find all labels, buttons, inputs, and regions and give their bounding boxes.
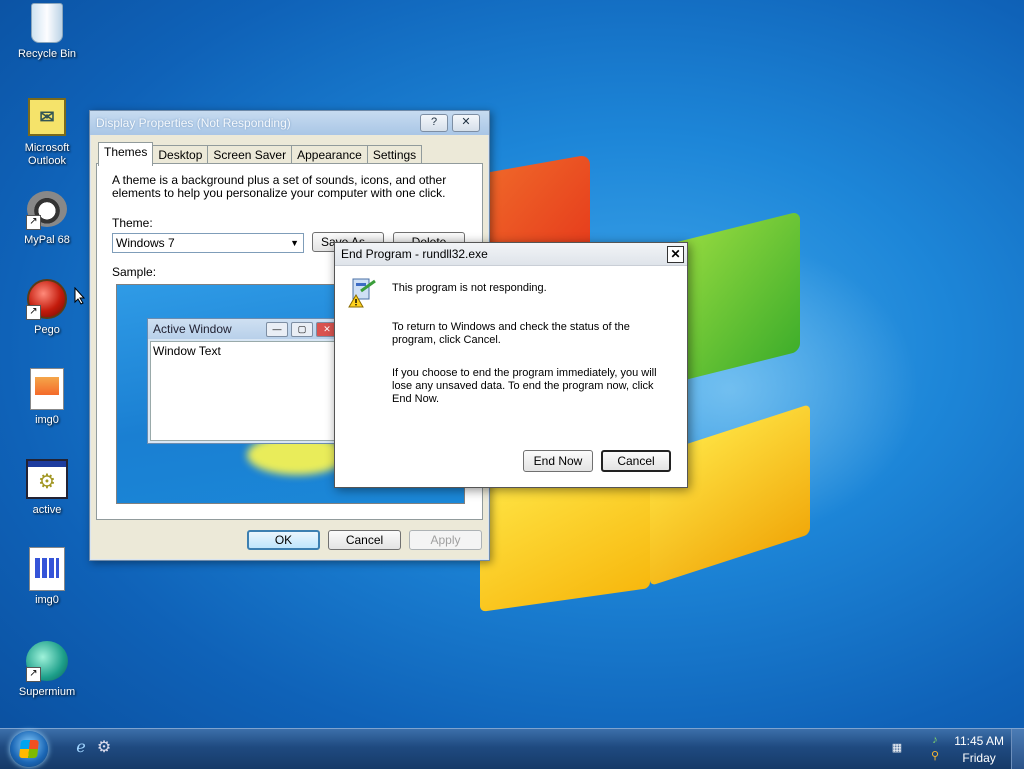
- close-button[interactable]: ✕: [452, 114, 480, 132]
- supermium-icon: ↗: [26, 640, 68, 682]
- network-icon[interactable]: ♪: [928, 733, 942, 747]
- desktop-icon-outlook[interactable]: ✉ Microsoft Outlook: [12, 96, 82, 168]
- image-file-icon: [26, 368, 68, 410]
- tab-screen-saver[interactable]: Screen Saver: [207, 145, 293, 165]
- desktop-icon-supermium[interactable]: ↗ Supermium: [12, 640, 82, 699]
- end-program-dialog: End Program - rundll32.exe ✕ This progra…: [334, 242, 688, 488]
- tab-desktop[interactable]: Desktop: [152, 145, 209, 165]
- desktop-icon-label: Supermium: [18, 686, 76, 698]
- theme-label: Theme:: [112, 216, 153, 230]
- theme-select[interactable]: Windows 7 ▼: [112, 233, 304, 253]
- pego-icon: ↗: [26, 278, 68, 320]
- close-button[interactable]: ✕: [667, 246, 684, 263]
- tab-settings[interactable]: Settings: [366, 145, 423, 165]
- desktop-icon-pego[interactable]: ↗ Pego: [12, 278, 82, 337]
- dialog-titlebar[interactable]: End Program - rundll32.exe: [335, 243, 687, 266]
- shortcut-arrow-icon: ↗: [26, 305, 41, 320]
- desktop-icon-mypal[interactable]: ↗ MyPal 68: [12, 188, 82, 247]
- program-warning-icon: [348, 278, 376, 308]
- end-now-warning: If you choose to end the program immedia…: [392, 367, 657, 405]
- theme-description: A theme is a background plus a set of so…: [112, 173, 447, 200]
- ok-button[interactable]: OK: [247, 530, 320, 550]
- clock-day: Friday: [962, 751, 996, 765]
- cancel-button[interactable]: Cancel: [328, 530, 401, 550]
- internet-explorer-icon[interactable]: ℯ: [72, 739, 90, 757]
- tab-appearance[interactable]: Appearance: [291, 145, 368, 165]
- show-desktop-button[interactable]: [1011, 729, 1024, 769]
- window-title: Display Properties (Not Responding): [96, 116, 291, 130]
- minimize-icon: —: [266, 322, 288, 337]
- keyboard-icon[interactable]: ▦: [890, 741, 904, 755]
- recycle-bin-icon: [26, 2, 68, 44]
- search-icon[interactable]: ⚲: [928, 749, 942, 763]
- outlook-icon: ✉: [26, 96, 68, 138]
- desktop-icon-img0[interactable]: img0: [12, 368, 82, 427]
- shortcut-arrow-icon: ↗: [26, 215, 41, 230]
- desktop-icon-label: Recycle Bin: [17, 48, 77, 60]
- help-button[interactable]: ?: [420, 114, 448, 132]
- cancel-instructions: To return to Windows and check the statu…: [392, 321, 630, 346]
- desktop-icon-label: img0: [35, 414, 59, 426]
- desktop-icon-img0-2[interactable]: img0: [12, 547, 82, 607]
- control-panel-icon[interactable]: ⚙: [95, 739, 113, 757]
- shortcut-arrow-icon: ↗: [26, 667, 41, 682]
- not-responding-message: This program is not responding.: [392, 282, 547, 294]
- sample-label: Sample:: [112, 265, 157, 279]
- clock[interactable]: 11:45 AM Friday: [954, 733, 1004, 767]
- windows-logo-icon: [19, 740, 39, 758]
- mouse-cursor-icon: [74, 287, 86, 305]
- image-file-icon: [26, 547, 68, 591]
- maximize-icon: ▢: [291, 322, 313, 337]
- desktop-icon-label: img0: [35, 594, 59, 606]
- apply-button[interactable]: Apply: [409, 530, 482, 550]
- desktop-icon-active[interactable]: ⚙ active: [12, 458, 82, 517]
- desktop-icon-label: active: [32, 504, 62, 516]
- clock-time: 11:45 AM: [954, 734, 1004, 748]
- taskbar: ℯ ⚙ ▦ ♪ ⚲ 11:45 AM Friday: [0, 728, 1024, 769]
- theme-select-value: Windows 7: [116, 236, 175, 250]
- desktop-icon-label: Pego: [34, 324, 60, 336]
- desktop-icon-label: Microsoft Outlook: [24, 142, 70, 167]
- tab-themes[interactable]: Themes: [98, 142, 154, 166]
- desktop-icon-label: MyPal 68: [24, 234, 70, 246]
- dialog-title: End Program - rundll32.exe: [341, 247, 488, 261]
- start-button[interactable]: [10, 731, 48, 767]
- end-now-button[interactable]: End Now: [523, 450, 593, 472]
- active-app-icon: ⚙: [26, 458, 68, 500]
- cancel-button[interactable]: Cancel: [601, 450, 671, 472]
- mypal-icon: ↗: [26, 188, 68, 230]
- chevron-down-icon: ▼: [290, 238, 299, 248]
- desktop-icon-recycle-bin[interactable]: Recycle Bin: [12, 2, 82, 61]
